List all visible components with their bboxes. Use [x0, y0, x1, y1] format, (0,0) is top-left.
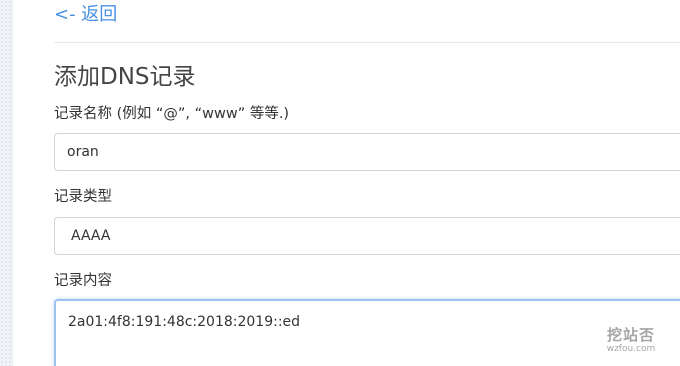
record-name-label: 记录名称 (例如 “@”, “www” 等等.) — [54, 106, 290, 122]
watermark: 挖站否 wzfou.com — [596, 326, 666, 355]
left-sidebar-strip — [0, 0, 13, 366]
record-content-textarea[interactable]: 2a01:4f8:191:48c:2018:2019::ed — [54, 299, 680, 366]
back-link[interactable]: <- 返回 — [54, 3, 117, 27]
watermark-main-text: 挖站否 — [606, 326, 655, 344]
record-type-label: 记录类型 — [54, 189, 112, 205]
record-type-select[interactable]: AAAA — [54, 217, 680, 255]
record-content-label: 记录内容 — [54, 273, 112, 289]
watermark-sub-text: wzfou.com — [606, 344, 656, 354]
record-name-input[interactable]: oran — [54, 133, 680, 171]
page-title: 添加DNS记录 — [54, 64, 196, 90]
header-divider — [54, 42, 680, 43]
